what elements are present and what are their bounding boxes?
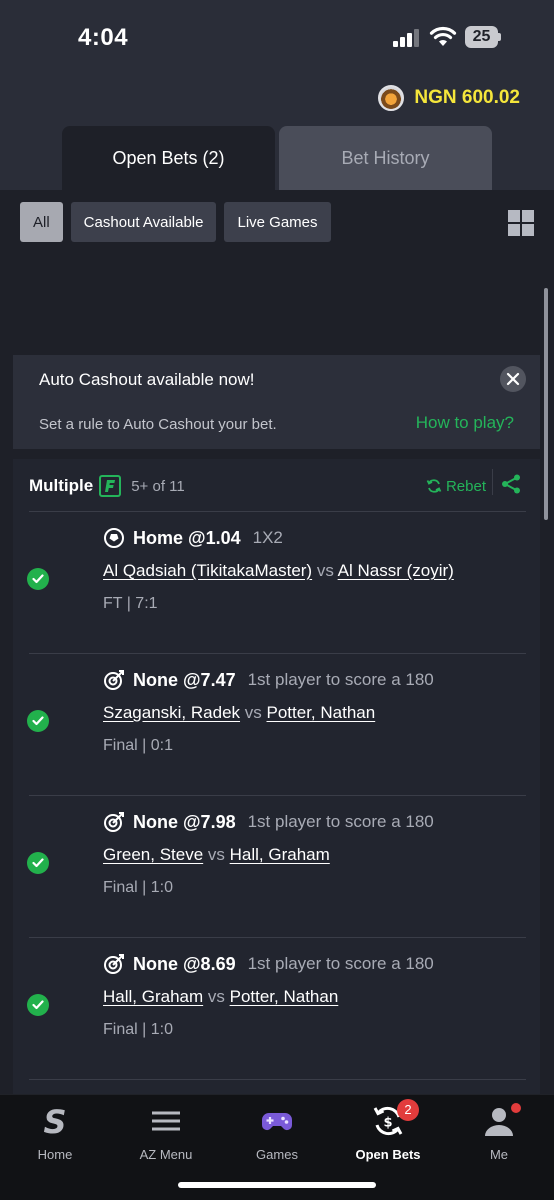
bet-leg[interactable]: None @7.98 1st player to score a 180 Gre… <box>13 795 540 937</box>
event-teams[interactable]: Al Qadsiah (TikitakaMaster) vs Al Nassr … <box>103 561 454 581</box>
darts-icon <box>104 812 124 832</box>
grid-view-icon[interactable] <box>508 210 534 236</box>
home-team[interactable]: Szaganski, Radek <box>103 703 240 722</box>
vs-label: vs <box>207 987 225 1006</box>
home-team[interactable]: Al Qadsiah (TikitakaMaster) <box>103 561 312 580</box>
away-team[interactable]: Al Nassr (zoyir) <box>338 561 454 580</box>
bet-type: Multiple <box>29 476 94 495</box>
event-result: Final | 0:1 <box>103 737 173 754</box>
share-icon[interactable] <box>500 473 522 495</box>
check-icon <box>27 994 49 1016</box>
status-bar: 4:04 25 <box>0 0 554 76</box>
bet-card[interactable]: Multiple 5+ of 11 Rebet Home @1.04 1X2 A… <box>13 459 540 1099</box>
away-team[interactable]: Potter, Nathan <box>267 703 376 722</box>
nav-home[interactable]: S Home <box>0 1103 110 1163</box>
cellular-signal-icon <box>393 29 421 47</box>
home-indicator[interactable] <box>178 1182 376 1188</box>
event-teams[interactable]: Green, Steve vs Hall, Graham <box>103 845 330 865</box>
filter-live-games[interactable]: Live Games <box>224 202 331 242</box>
banner-subtitle: Set a rule to Auto Cashout your bet. <box>39 416 277 433</box>
divider <box>29 1079 526 1080</box>
bets-tabs: Open Bets (2) Bet History <box>62 126 492 190</box>
rebet-button[interactable]: Rebet <box>426 473 486 499</box>
selection-odds: Home @1.04 <box>133 527 241 548</box>
nav-me[interactable]: Me <box>444 1103 554 1163</box>
svg-text:$: $ <box>383 1116 392 1131</box>
gamepad-icon <box>262 1113 292 1130</box>
nav-me-label: Me <box>489 1147 509 1162</box>
sportybet-logo-icon: S <box>43 1105 66 1137</box>
balance-amount: NGN 600.02 <box>414 87 520 108</box>
darts-icon <box>104 954 124 974</box>
refresh-icon <box>426 479 442 493</box>
check-icon <box>27 568 49 590</box>
nav-games[interactable]: Games <box>222 1103 332 1163</box>
svg-text:S: S <box>43 1105 66 1137</box>
wifi-icon <box>429 26 457 46</box>
vs-label: vs <box>244 703 262 722</box>
nav-home-label: Home <box>37 1147 73 1162</box>
check-icon <box>27 710 49 732</box>
bet-leg[interactable]: Home @1.04 1X2 Al Qadsiah (TikitakaMaste… <box>13 511 540 653</box>
account-balance[interactable]: NGN 600.02 <box>378 84 520 112</box>
nav-az-label: AZ Menu <box>139 1147 193 1162</box>
user-icon <box>485 1108 513 1136</box>
tab-bet-history[interactable]: Bet History <box>279 126 492 190</box>
selection-odds: None @7.98 <box>133 811 236 832</box>
menu-icon <box>152 1111 180 1131</box>
bet-card-header: Multiple 5+ of 11 <box>29 473 185 499</box>
event-result: FT | 7:1 <box>103 595 158 612</box>
open-bets-panel: All Cashout Available Live Games Auto Ca… <box>0 190 554 1099</box>
filter-all[interactable]: All <box>20 202 63 242</box>
vs-label: vs <box>207 845 225 864</box>
divider <box>492 469 493 495</box>
legs-summary: 5+ of 11 <box>131 477 185 495</box>
away-team[interactable]: Potter, Nathan <box>230 987 339 1006</box>
rebet-label: Rebet <box>445 477 486 495</box>
nav-open-bets[interactable]: $ 2 Open Bets <box>333 1099 443 1163</box>
nav-open-bets-label: Open Bets <box>355 1147 421 1162</box>
market-name: 1st player to score a 180 <box>247 670 434 689</box>
market-name: 1X2 <box>252 528 283 547</box>
event-result: Final | 1:0 <box>103 1021 173 1038</box>
selection-odds: None @8.69 <box>133 953 236 974</box>
event-result: Final | 1:0 <box>103 879 173 896</box>
market-name: 1st player to score a 180 <box>247 954 434 973</box>
nav-games-label: Games <box>256 1147 298 1162</box>
vs-label: vs <box>316 561 334 580</box>
selection-odds: None @7.47 <box>133 669 236 690</box>
away-team[interactable]: Hall, Graham <box>230 845 330 864</box>
flexibet-icon <box>99 475 122 497</box>
home-team[interactable]: Green, Steve <box>103 845 203 864</box>
filter-chips: All Cashout Available Live Games <box>20 202 331 242</box>
banner-title: Auto Cashout available now! <box>39 370 255 389</box>
bet-leg[interactable]: None @7.47 1st player to score a 180 Sza… <box>13 653 540 795</box>
home-team[interactable]: Hall, Graham <box>103 987 203 1006</box>
nav-az-menu[interactable]: AZ Menu <box>111 1103 221 1163</box>
notification-dot <box>511 1103 521 1113</box>
bet-leg[interactable]: None @8.69 1st player to score a 180 Hal… <box>13 937 540 1079</box>
battery-level: 25 <box>465 26 498 48</box>
auto-cashout-banner: Auto Cashout available now! Set a rule t… <box>13 355 540 449</box>
tab-open-bets[interactable]: Open Bets (2) <box>62 126 275 190</box>
darts-icon <box>104 670 124 690</box>
battery-icon: 25 <box>465 26 501 48</box>
market-name: 1st player to score a 180 <box>247 812 434 831</box>
open-bets-badge: 2 <box>397 1099 419 1121</box>
soccer-icon <box>104 528 124 548</box>
filter-cashout-available[interactable]: Cashout Available <box>70 202 217 242</box>
avatar <box>378 85 405 111</box>
clock: 4:04 <box>78 24 129 51</box>
check-icon <box>27 852 49 874</box>
event-teams[interactable]: Szaganski, Radek vs Potter, Nathan <box>103 703 375 723</box>
event-teams[interactable]: Hall, Graham vs Potter, Nathan <box>103 987 338 1007</box>
scrollbar[interactable] <box>544 288 548 520</box>
how-to-play-link[interactable]: How to play? <box>416 413 514 433</box>
close-icon[interactable] <box>500 366 526 392</box>
